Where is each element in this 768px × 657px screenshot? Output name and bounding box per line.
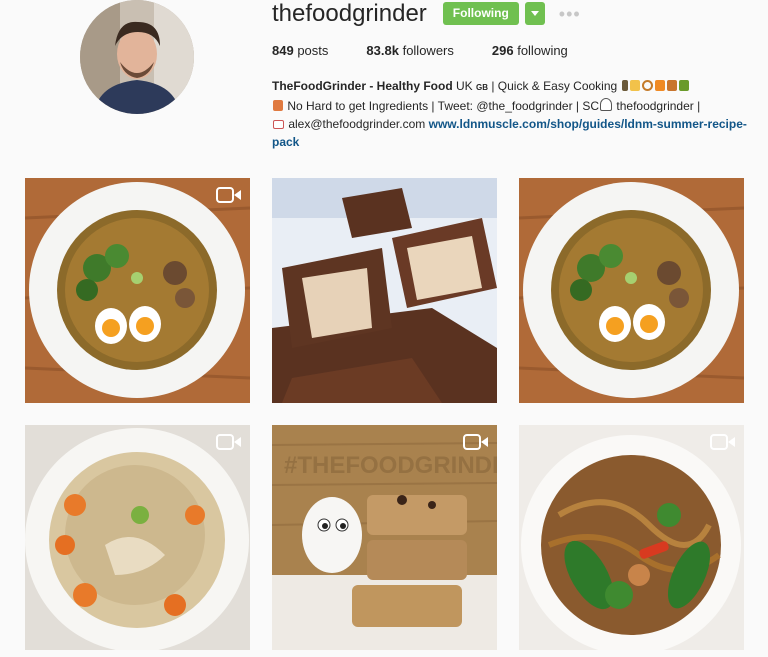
video-icon	[710, 434, 735, 450]
post-image-6	[519, 425, 744, 650]
bio-full-name: TheFoodGrinder - Healthy Food	[272, 79, 453, 93]
post-tile-3[interactable]	[519, 178, 744, 403]
profile-title-row: thefoodgrinder Following •••	[272, 0, 762, 27]
post-tile-1[interactable]	[25, 178, 250, 403]
profile-header: thefoodgrinder Following ••• 849 posts 8…	[272, 0, 762, 151]
stat-following[interactable]: 296 following	[492, 43, 568, 58]
vegetable-icon	[678, 80, 689, 91]
post-tile-4[interactable]	[25, 425, 250, 650]
username: thefoodgrinder	[272, 0, 427, 27]
magnifier-icon	[641, 80, 653, 91]
ghost-icon	[600, 98, 613, 111]
avatar-image	[80, 0, 194, 114]
chevron-down-icon	[530, 11, 539, 16]
post-tile-2[interactable]	[272, 178, 497, 403]
stat-following-label: following	[517, 43, 568, 58]
post-image-5: #THEFOODGRINDER	[272, 425, 497, 650]
stat-posts-value: 849	[272, 43, 294, 58]
follow-options-button[interactable]	[524, 2, 545, 25]
profile-bio: TheFoodGrinder - Healthy Food UK GB | Qu…	[272, 77, 762, 151]
stat-followers[interactable]: 83.8k followers	[366, 43, 453, 58]
profile-avatar[interactable]	[80, 0, 194, 114]
post-image-3	[519, 178, 744, 403]
bio-line1-tail: | Quick & Easy Cooking	[488, 79, 618, 93]
video-icon	[216, 434, 241, 450]
post-image-2	[272, 178, 497, 403]
more-options-icon[interactable]: •••	[559, 5, 581, 23]
stat-followers-label: followers	[402, 43, 454, 58]
video-icon	[463, 434, 488, 450]
following-button[interactable]: Following	[442, 2, 519, 25]
muscle-icon	[629, 80, 640, 91]
video-icon	[216, 187, 241, 203]
email-icon	[273, 120, 284, 129]
bio-flag: GB	[476, 83, 489, 92]
people-icon	[273, 100, 283, 111]
bio-line2: No Hard to get Ingredients | Tweet: @the…	[284, 99, 600, 113]
bio-email: alex@thefoodgrinder.com	[285, 117, 426, 131]
svg-text:#THEFOODGRINDER: #THEFOODGRINDER	[284, 452, 497, 479]
post-image-1	[25, 178, 250, 403]
stat-posts: 849 posts	[272, 43, 328, 58]
stat-followers-value: 83.8k	[366, 43, 399, 58]
chicken-leg-icon	[666, 80, 677, 91]
post-tile-6[interactable]	[519, 425, 744, 650]
post-image-4	[25, 425, 250, 650]
post-tile-5[interactable]: #THEFOODGRINDER	[272, 425, 497, 650]
stat-following-value: 296	[491, 43, 514, 58]
carrot-icon	[654, 80, 665, 91]
stat-posts-label: posts	[297, 43, 329, 58]
profile-stats: 849 posts 83.8k followers 296 following	[272, 43, 762, 58]
bio-line2-tail: thefoodgrinder |	[613, 99, 701, 113]
drink-icon	[621, 80, 628, 91]
bio-line1: UK	[452, 79, 477, 93]
